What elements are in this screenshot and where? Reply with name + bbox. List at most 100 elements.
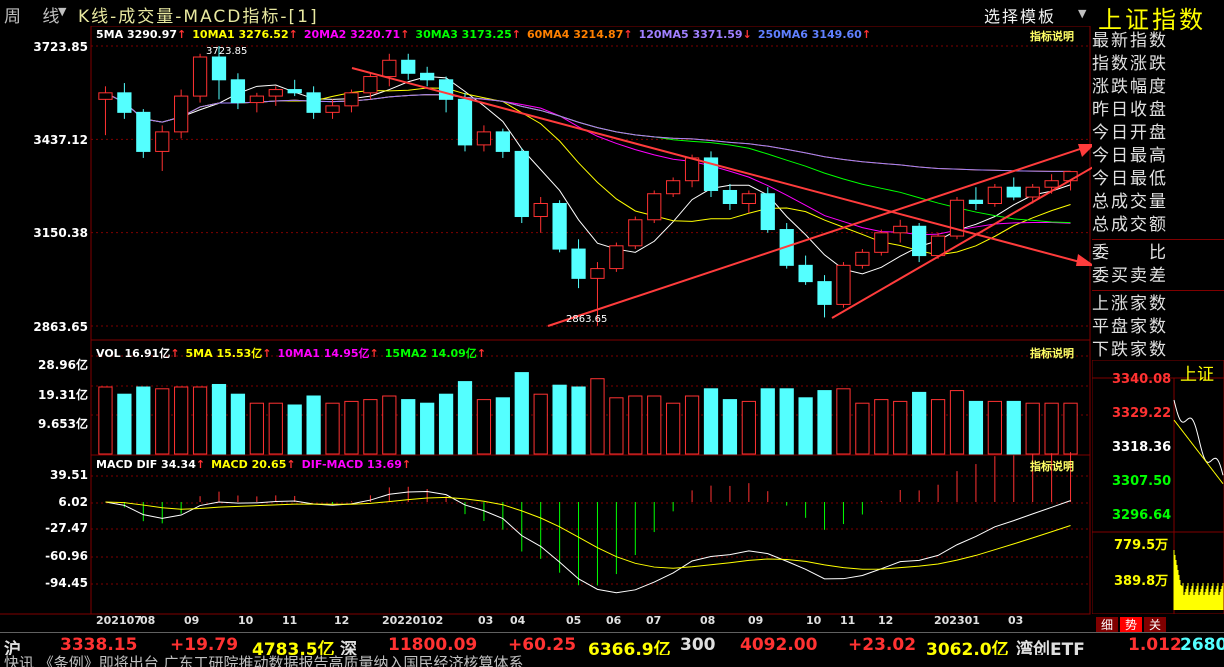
kline-explain-link[interactable]: 指标说明 <box>1030 28 1074 44</box>
candle-body <box>344 92 359 107</box>
x-axis-label: 02 <box>428 614 444 627</box>
volume-bar <box>590 378 605 455</box>
volume-bar <box>703 388 719 455</box>
volume-bar <box>249 402 264 455</box>
candle-body <box>609 245 624 270</box>
macd-ylabel-1: 39.51 <box>50 468 88 482</box>
legend-item: 5MA 3290.97 <box>96 28 178 41</box>
legend-item: 5MA 15.53亿 <box>185 347 263 360</box>
news-ticker[interactable]: 快讯 《条例》即将出台 广东工研院推动数据报告高质量纳入国民经济核算体系 <box>0 655 1224 667</box>
volume-bar <box>192 386 208 455</box>
quote-field-label: 总成交额 <box>1092 215 1168 235</box>
volume-bar <box>476 399 492 455</box>
volume-bar <box>609 397 624 455</box>
volume-bar <box>401 399 416 455</box>
legend-item: MACD 20.65 <box>211 458 287 471</box>
legend-item: VOL 16.91亿 <box>96 347 171 360</box>
legend-item: DIF-MACD 13.69 <box>301 458 402 471</box>
candle-body <box>666 180 681 195</box>
candle-body <box>117 92 132 113</box>
mini-volume-label: 779.5万 <box>1114 538 1169 553</box>
legend-arrow: ↑ <box>401 458 412 471</box>
x-axis-label: 06 <box>606 614 622 627</box>
x-axis-label: 09 <box>184 614 200 627</box>
candle-body <box>1025 186 1040 198</box>
candle-body <box>249 95 264 104</box>
volume-bar <box>344 400 359 455</box>
macd-explain-link[interactable]: 指标说明 <box>1030 458 1074 474</box>
candle-body <box>495 131 510 152</box>
x-axis-label: 05 <box>566 614 582 627</box>
volume-bar <box>741 400 756 455</box>
legend-arrow: ↑ <box>400 28 410 41</box>
volume-bar <box>117 393 132 455</box>
chart-canvas[interactable] <box>0 26 1092 616</box>
mini-price-label: 3329.22 <box>1112 406 1172 421</box>
candle-body <box>136 111 151 152</box>
volume-bar <box>495 397 510 455</box>
legend-arrow: ↑ <box>170 347 180 360</box>
volume-bar <box>1063 402 1078 455</box>
quote-field-label: 今日最低 <box>1092 169 1168 189</box>
volume-bar <box>684 395 700 455</box>
high-annotation: 3723.85 <box>206 46 248 57</box>
mini-price-label: 3340.08 <box>1112 372 1172 387</box>
volume-bar <box>136 386 151 455</box>
quote-field-label: 平盘家数 <box>1092 317 1168 337</box>
volume-bar <box>1025 402 1040 455</box>
volume-bar <box>420 402 435 455</box>
template-select-button[interactable]: 选择模板 <box>984 3 1056 27</box>
legend-arrow: ↑ <box>288 28 298 41</box>
x-axis-label: 12 <box>334 614 350 627</box>
mini-price-label: 3318.36 <box>1112 440 1172 455</box>
candle-body <box>457 98 473 146</box>
quote-field-label: 今日最高 <box>1092 146 1168 166</box>
x-axis-label: 03 <box>478 614 494 627</box>
legend-arrow: ↑ <box>476 347 487 360</box>
legend-item: MACD DIF 34.34 <box>96 458 196 471</box>
legend-arrow: ↑ <box>177 28 187 41</box>
macd-ylabel-5: -94.45 <box>45 576 88 590</box>
volume-bar <box>363 399 378 455</box>
kline-ylabel-2: 3437.12 <box>33 133 88 147</box>
legend-item: 10MA1 14.95亿 <box>277 347 370 360</box>
x-axis-label: 07 <box>646 614 662 627</box>
macd-ylabel-4: -60.96 <box>45 549 88 563</box>
volume-bar <box>174 386 189 455</box>
kline-ylabel-3: 3150.38 <box>33 226 88 240</box>
candle-body <box>1044 180 1059 188</box>
volume-bar <box>1044 402 1059 455</box>
volume-bar <box>779 388 794 455</box>
divider <box>1092 239 1224 240</box>
ma-legend: 5MA 3290.97↑ 10MA1 3276.52↑ 20MA2 3220.71↑… <box>96 28 877 41</box>
mini-chart-title: 上证 <box>1180 365 1214 385</box>
quote-fields-group-2: 委 比委买卖差 <box>1092 242 1224 288</box>
volume-bar <box>325 402 340 455</box>
candle-body <box>647 193 662 221</box>
candle-body <box>192 56 208 97</box>
template-dropdown-icon[interactable]: ▼ <box>1078 7 1086 20</box>
volume-bar <box>855 402 870 455</box>
candle-body <box>987 186 1002 204</box>
quote-fields-group-3: 上涨家数 平盘家数 下跌家数 <box>1092 293 1224 362</box>
vol-explain-link[interactable]: 指标说明 <box>1030 345 1074 361</box>
volume-bar <box>874 399 889 455</box>
c300-label[interactable]: 300 <box>680 635 716 655</box>
legend-arrow: ↑ <box>195 458 206 471</box>
volume-bar <box>798 397 813 455</box>
candle-body <box>571 248 586 279</box>
candle-body <box>855 251 870 266</box>
x-axis-label: 04 <box>510 614 526 627</box>
volume-bar <box>155 388 170 455</box>
kline-ylabel-1: 3723.85 <box>33 40 88 54</box>
volume-bar <box>514 372 529 455</box>
ma-line <box>105 92 1071 224</box>
volume-bar <box>949 390 965 455</box>
period-dropdown-icon[interactable]: ▼ <box>58 5 66 18</box>
x-axis-label: 10 <box>806 614 822 627</box>
vol-ylabel-3: 9.653亿 <box>38 417 88 431</box>
sh-change: +19.79 <box>170 635 239 655</box>
candle-body <box>268 89 283 97</box>
quote-field-label: 上涨家数 <box>1092 294 1168 314</box>
quote-field-label: 总成交量 <box>1092 192 1168 212</box>
